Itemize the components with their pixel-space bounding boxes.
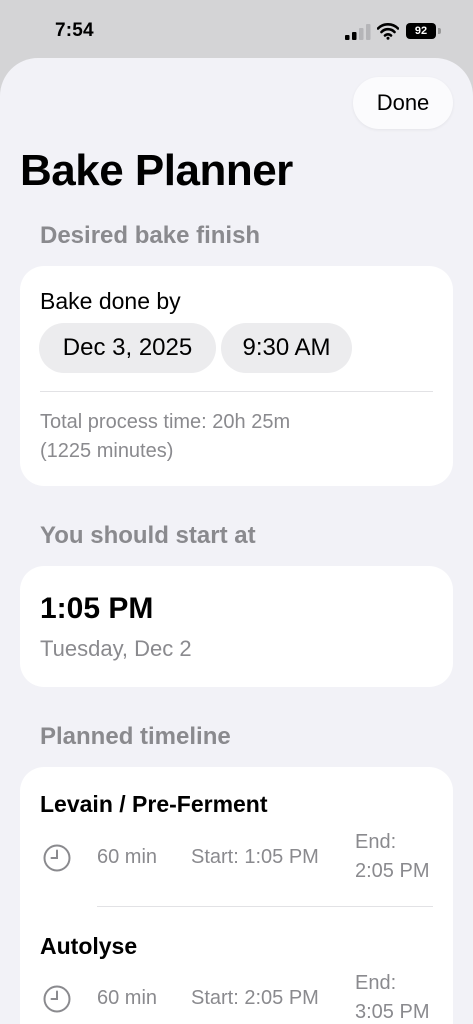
bake-planner-sheet: Done Bake Planner Desired bake finish Ba… — [0, 58, 473, 1024]
bake-finish-card: Bake done by Dec 3, 2025 9:30 AM Total p… — [20, 266, 453, 486]
step-name: Autolyse — [40, 933, 138, 959]
timeline-card: Levain / Pre-Ferment 60 min Start: 1:05 … — [20, 767, 453, 1024]
total-process-time-line2: (1225 minutes) — [40, 440, 174, 462]
clock-icon — [43, 985, 71, 1013]
step-duration: 60 min — [97, 846, 158, 868]
cellular-signal-icon — [345, 24, 371, 40]
time-picker-button[interactable]: 9:30 AM — [221, 323, 352, 373]
step-end: End: 2:05 PM — [355, 828, 429, 886]
total-process-time-line1: Total process time: 20h 25m — [40, 411, 291, 433]
step-start: Start: 2:05 PM — [191, 987, 319, 1009]
step-end-time: 3:05 PM — [355, 1001, 430, 1023]
divider — [97, 906, 433, 907]
done-button[interactable]: Done — [353, 77, 453, 129]
step-end-time: 2:05 PM — [355, 860, 430, 882]
step-name: Levain / Pre-Ferment — [40, 791, 268, 817]
battery-level: 92 — [414, 25, 428, 37]
status-bar: 7:54 92 — [0, 0, 473, 60]
bake-done-label: Bake done by — [40, 288, 181, 314]
section-header-finish: Desired bake finish — [40, 222, 261, 249]
step-duration: 60 min — [97, 987, 158, 1009]
date-picker-button[interactable]: Dec 3, 2025 — [39, 323, 216, 373]
total-process-time: Total process time: 20h 25m (1225 minute… — [40, 408, 290, 466]
clock-icon — [43, 844, 71, 872]
page-title: Bake Planner — [20, 146, 293, 195]
battery-tip — [438, 28, 441, 34]
step-end: End: 3:05 PM — [355, 969, 429, 1024]
step-end-label: End: — [355, 831, 397, 853]
wifi-icon — [377, 23, 399, 40]
status-time: 7:54 — [55, 20, 94, 41]
step-end-label: End: — [355, 972, 397, 994]
start-time: 1:05 PM — [40, 592, 154, 625]
section-header-start: You should start at — [40, 522, 256, 549]
section-header-timeline: Planned timeline — [40, 723, 231, 750]
battery-icon: 92 — [406, 23, 436, 39]
divider — [40, 391, 433, 392]
start-day: Tuesday, Dec 2 — [40, 636, 192, 661]
step-start: Start: 1:05 PM — [191, 846, 319, 868]
start-time-card: 1:05 PM Tuesday, Dec 2 — [20, 566, 453, 687]
